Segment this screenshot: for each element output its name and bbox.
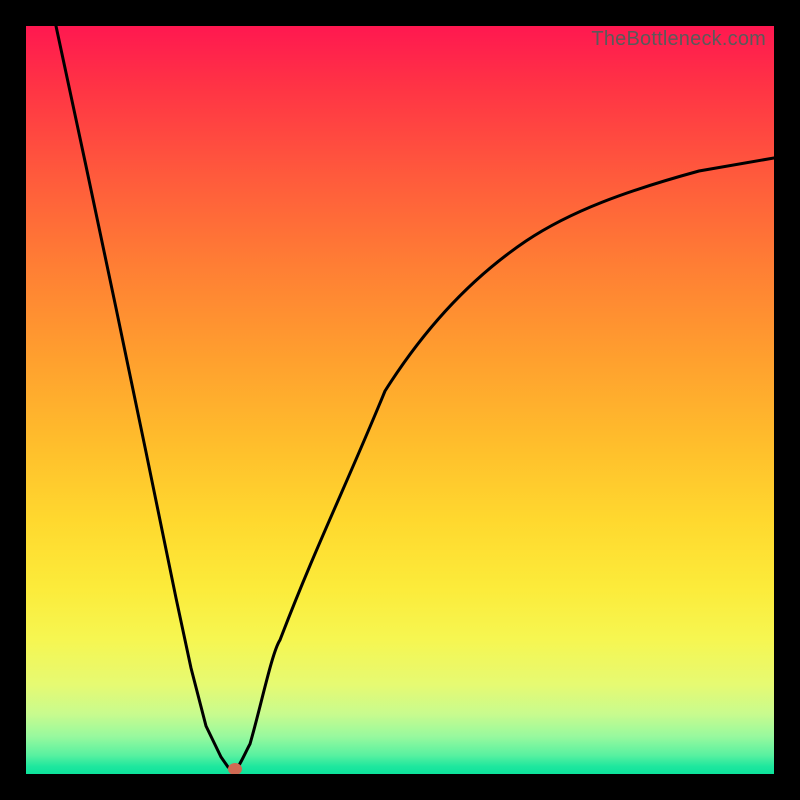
plot-area: TheBottleneck.com	[26, 26, 774, 774]
watermark-text: TheBottleneck.com	[591, 28, 766, 51]
curve-left-branch	[56, 26, 235, 770]
curve-right-branch	[235, 158, 774, 770]
bottleneck-curve	[26, 26, 774, 774]
chart-frame: TheBottleneck.com	[0, 0, 800, 800]
minimum-dot	[228, 763, 242, 774]
